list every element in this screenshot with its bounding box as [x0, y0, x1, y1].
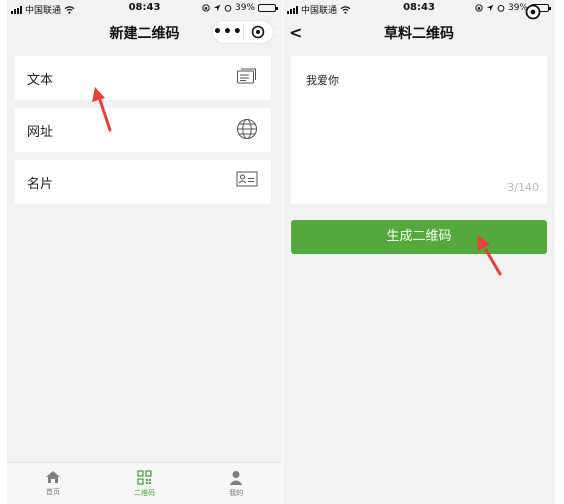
menu-item-label: 名片 [27, 177, 54, 192]
target-icon [525, 4, 541, 20]
tab-home[interactable]: 首页 [7, 463, 99, 504]
target-icon [252, 25, 265, 39]
tab-qrcode[interactable]: 二维码 [99, 463, 191, 504]
qr-code-icon [137, 470, 152, 485]
capsule-target-icon[interactable] [525, 4, 541, 24]
lock-rotation-icon [475, 4, 483, 12]
close-button[interactable] [244, 25, 273, 39]
location-icon [486, 4, 494, 12]
text-card-icon [237, 68, 256, 84]
char-counter: 3/140 [507, 181, 539, 194]
menu-item-url[interactable]: 网址 [15, 108, 271, 152]
alarm-icon [224, 5, 232, 12]
globe-icon [237, 119, 257, 139]
page-title: 草料二维码 [384, 26, 454, 42]
location-icon [213, 4, 221, 12]
menu-item-card[interactable]: 名片 [15, 160, 271, 204]
menu-item-text[interactable]: 文本 [15, 56, 271, 100]
tab-label: 二维码 [134, 489, 155, 497]
battery-icon [258, 4, 278, 12]
tab-label: 我的 [229, 489, 244, 497]
annotation-arrow-right [477, 235, 502, 276]
battery-percent: 39% [234, 3, 255, 13]
nav-bar: < 草料二维码 [283, 4, 555, 47]
alarm-icon [497, 5, 505, 12]
right-screen: 中国联通 08:43 39% < 草料二维码 我爱你 3/140 生成二维码 [283, 0, 555, 504]
annotation-arrow-left [92, 87, 112, 132]
text-content: 我爱你 [306, 74, 339, 87]
tab-mine[interactable]: 我的 [190, 463, 282, 504]
tab-bar: 首页 二维码 我的 [7, 462, 282, 504]
mini-program-capsule: ••• [212, 20, 274, 44]
menu-item-label: 网址 [27, 125, 54, 140]
business-card-icon [236, 171, 258, 187]
nav-bar: 新建二维码 ••• [7, 17, 282, 47]
user-icon [229, 471, 243, 485]
menu-item-label: 文本 [27, 73, 54, 88]
lock-rotation-icon [202, 4, 210, 12]
more-button[interactable]: ••• [213, 20, 243, 44]
text-input-card[interactable]: 我爱你 3/140 [291, 56, 547, 204]
home-icon [45, 471, 60, 483]
status-bar: 中国联通 08:43 39% [7, 0, 282, 17]
status-bar: 中国联通 08:43 39% [283, 0, 555, 17]
tab-label: 首页 [45, 488, 60, 496]
left-screen: 中国联通 08:43 39% 新建二维码 ••• 文本 网址 名片 首页 二维码… [7, 0, 282, 504]
